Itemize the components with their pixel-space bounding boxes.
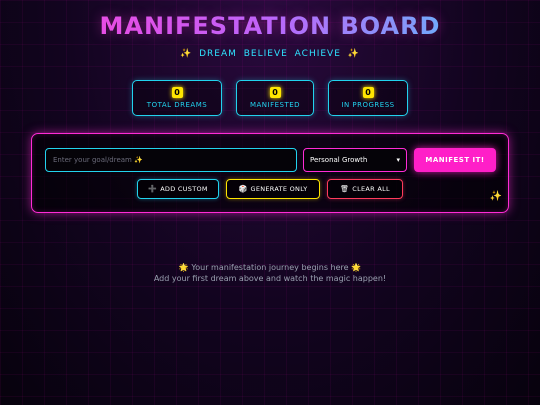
stat-total-dreams-value: 0 [171, 87, 183, 98]
trash-icon: 🗑 [340, 185, 350, 193]
plus-icon: ➕ [148, 185, 158, 193]
goal-input[interactable] [45, 148, 297, 172]
generate-only-button[interactable]: 🎲 GENERATE ONLY [226, 179, 320, 199]
page-subtitle: ✨ DREAM BELIEVE ACHIEVE ✨ [180, 49, 360, 59]
add-custom-label: ADD CUSTOM [160, 185, 208, 193]
category-select-value: Personal Growth [310, 156, 368, 164]
stat-in-progress-value: 0 [362, 87, 374, 98]
manifest-button[interactable]: MANIFEST IT! [414, 148, 496, 172]
action-buttons: ➕ ADD CUSTOM 🎲 GENERATE ONLY 🗑 CLEAR ALL [32, 179, 508, 199]
stat-in-progress-label: IN PROGRESS [341, 101, 395, 109]
stat-in-progress: 0 IN PROGRESS [328, 80, 408, 116]
empty-state-line2: Add your first dream above and watch the… [153, 274, 387, 283]
page-title: MANIFESTATION BOARD [0, 12, 540, 40]
stat-manifested-value: 0 [269, 87, 281, 98]
sparkle-icon: ✨ [489, 191, 502, 202]
stats-row: 0 TOTAL DREAMS 0 MANIFESTED 0 IN PROGRES… [0, 80, 540, 116]
clear-all-button[interactable]: 🗑 CLEAR ALL [327, 179, 403, 199]
dice-icon: 🎲 [238, 185, 248, 193]
stat-manifested-label: MANIFESTED [249, 101, 301, 109]
chevron-down-icon: ▾ [396, 156, 400, 164]
stat-manifested: 0 MANIFESTED [236, 80, 314, 116]
empty-state: 🌟 Your manifestation journey begins here… [0, 262, 540, 284]
generate-only-label: GENERATE ONLY [250, 185, 308, 193]
stat-total-dreams: 0 TOTAL DREAMS [132, 80, 222, 116]
add-custom-button[interactable]: ➕ ADD CUSTOM [137, 179, 219, 199]
input-panel: Personal Growth ▾ MANIFEST IT! ➕ ADD CUS… [31, 133, 509, 213]
category-select[interactable]: Personal Growth ▾ [303, 148, 407, 172]
empty-state-line1: 🌟 Your manifestation journey begins here… [178, 263, 362, 272]
stat-total-dreams-label: TOTAL DREAMS [146, 101, 208, 109]
clear-all-label: CLEAR ALL [352, 185, 390, 193]
